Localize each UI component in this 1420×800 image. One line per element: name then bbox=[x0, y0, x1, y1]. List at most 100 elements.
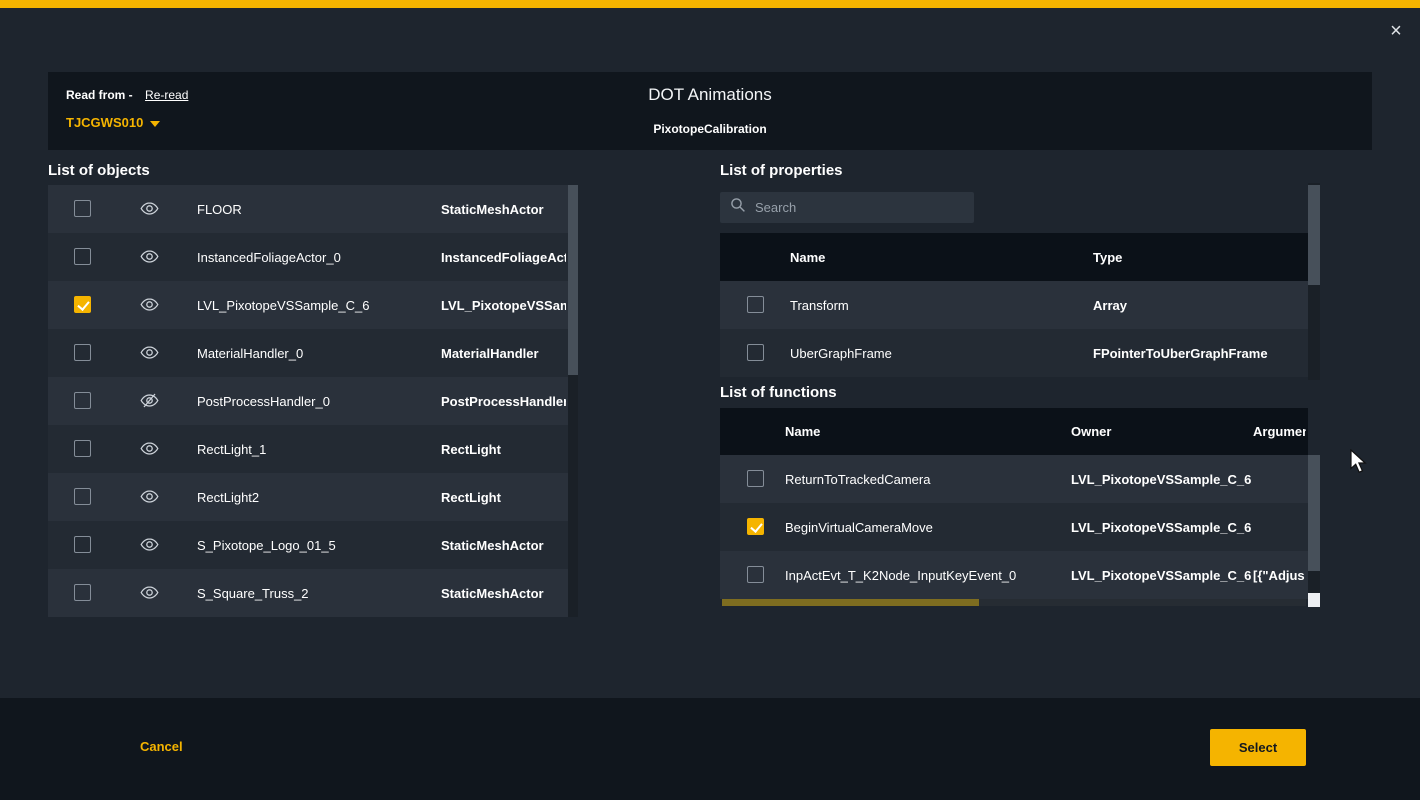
mouse-cursor bbox=[1350, 449, 1368, 475]
select-button[interactable]: Select bbox=[1210, 729, 1306, 766]
function-name: BeginVirtualCameraMove bbox=[785, 520, 933, 535]
objects-heading: List of objects bbox=[48, 162, 150, 179]
property-row[interactable]: UberGraphFrame FPointerToUberGraphFrame bbox=[720, 329, 1308, 377]
function-name: InpActEvt_T_K2Node_InputKeyEvent_0 bbox=[785, 568, 1016, 583]
properties-table-header: Name Type bbox=[720, 233, 1308, 281]
object-type: RectLight bbox=[441, 490, 566, 505]
scrollbar-thumb[interactable] bbox=[1308, 185, 1320, 285]
top-accent-bar bbox=[0, 0, 1420, 8]
object-checkbox[interactable] bbox=[74, 536, 91, 553]
visibility-icon[interactable] bbox=[140, 585, 159, 605]
object-checkbox[interactable] bbox=[74, 488, 91, 505]
property-type: FPointerToUberGraphFrame bbox=[1093, 346, 1268, 361]
functions-scrollbar[interactable] bbox=[1308, 455, 1320, 593]
object-type: InstancedFoliageActor bbox=[441, 250, 566, 265]
search-input[interactable] bbox=[755, 200, 964, 215]
object-name: RectLight_1 bbox=[197, 442, 266, 457]
cancel-button[interactable]: Cancel bbox=[140, 739, 183, 754]
function-name: ReturnToTrackedCamera bbox=[785, 472, 930, 487]
close-icon[interactable]: × bbox=[1384, 20, 1408, 44]
object-checkbox[interactable] bbox=[74, 344, 91, 361]
object-name: PostProcessHandler_0 bbox=[197, 394, 330, 409]
object-name: InstancedFoliageActor_0 bbox=[197, 250, 341, 265]
object-checkbox[interactable] bbox=[74, 440, 91, 457]
object-row[interactable]: PostProcessHandler_0 PostProcessHandler bbox=[48, 377, 578, 425]
functions-heading: List of functions bbox=[720, 384, 837, 401]
object-checkbox[interactable] bbox=[74, 296, 91, 313]
object-type: StaticMeshActor bbox=[441, 538, 566, 553]
object-type: LVL_PixotopeVSSample_C bbox=[441, 298, 566, 313]
object-type: StaticMeshActor bbox=[441, 202, 566, 217]
function-checkbox[interactable] bbox=[747, 518, 764, 535]
object-row[interactable]: MaterialHandler_0 MaterialHandler bbox=[48, 329, 578, 377]
functions-list: ReturnToTrackedCamera LVL_PixotopeVSSamp… bbox=[720, 455, 1308, 599]
visibility-icon[interactable] bbox=[140, 201, 159, 221]
property-checkbox[interactable] bbox=[747, 296, 764, 313]
visibility-icon[interactable] bbox=[140, 489, 159, 509]
object-name: RectLight2 bbox=[197, 490, 259, 505]
property-name: Transform bbox=[790, 298, 849, 313]
object-name: S_Square_Truss_2 bbox=[197, 586, 309, 601]
function-owner: LVL_PixotopeVSSample_C_6 bbox=[1071, 472, 1251, 487]
object-row[interactable]: InstancedFoliageActor_0 InstancedFoliage… bbox=[48, 233, 578, 281]
object-row[interactable]: FLOOR StaticMeshActor bbox=[48, 185, 578, 233]
visibility-icon[interactable] bbox=[140, 249, 159, 269]
object-checkbox[interactable] bbox=[74, 248, 91, 265]
scrollbar-thumb[interactable] bbox=[722, 599, 979, 606]
object-type: RectLight bbox=[441, 442, 566, 457]
object-name: FLOOR bbox=[197, 202, 242, 217]
visibility-icon[interactable] bbox=[140, 345, 159, 365]
scrollbar-thumb[interactable] bbox=[568, 185, 578, 375]
function-owner: LVL_PixotopeVSSample_C_6 bbox=[1071, 568, 1251, 583]
object-row[interactable]: RectLight_1 RectLight bbox=[48, 425, 578, 473]
function-checkbox[interactable] bbox=[747, 566, 764, 583]
dialog-footer: Cancel Select bbox=[0, 698, 1420, 800]
properties-list: Transform Array UberGraphFrame FPointerT… bbox=[720, 281, 1308, 377]
object-type: StaticMeshActor bbox=[441, 586, 566, 601]
property-row[interactable]: Transform Array bbox=[720, 281, 1308, 329]
properties-scrollbar[interactable] bbox=[1308, 183, 1320, 380]
scrollbar-corner bbox=[1308, 593, 1320, 607]
properties-heading: List of properties bbox=[720, 162, 843, 179]
functions-col-owner: Owner bbox=[1071, 424, 1111, 439]
object-row[interactable]: RectLight2 RectLight bbox=[48, 473, 578, 521]
object-name: S_Pixotope_Logo_01_5 bbox=[197, 538, 336, 553]
function-row[interactable]: BeginVirtualCameraMove LVL_PixotopeVSSam… bbox=[720, 503, 1308, 551]
function-row[interactable]: InpActEvt_T_K2Node_InputKeyEvent_0 LVL_P… bbox=[720, 551, 1308, 599]
objects-list: FLOOR StaticMeshActor InstancedFoliageAc… bbox=[48, 185, 578, 617]
object-checkbox[interactable] bbox=[74, 200, 91, 217]
object-row[interactable]: S_Square_Truss_2 StaticMeshActor bbox=[48, 569, 578, 617]
object-type: PostProcessHandler bbox=[441, 394, 566, 409]
object-type: MaterialHandler bbox=[441, 346, 566, 361]
object-row[interactable]: LVL_PixotopeVSSample_C_6 LVL_PixotopeVSS… bbox=[48, 281, 578, 329]
object-checkbox[interactable] bbox=[74, 584, 91, 601]
property-name: UberGraphFrame bbox=[790, 346, 892, 361]
function-arguments: [{"Adjus bbox=[1253, 568, 1306, 583]
objects-scrollbar[interactable] bbox=[568, 185, 578, 617]
dialog-subtitle: PixotopeCalibration bbox=[48, 122, 1372, 136]
functions-horizontal-scrollbar[interactable] bbox=[722, 599, 1306, 606]
visibility-icon[interactable] bbox=[140, 537, 159, 557]
property-checkbox[interactable] bbox=[747, 344, 764, 361]
dialog-header: Read from - Re-read TJCGWS010 DOT Animat… bbox=[48, 72, 1372, 150]
properties-search[interactable] bbox=[720, 192, 974, 223]
object-name: MaterialHandler_0 bbox=[197, 346, 303, 361]
properties-col-type: Type bbox=[1093, 250, 1122, 265]
object-name: LVL_PixotopeVSSample_C_6 bbox=[197, 298, 370, 313]
functions-col-arguments: Arguments bbox=[1253, 424, 1306, 439]
function-row[interactable]: ReturnToTrackedCamera LVL_PixotopeVSSamp… bbox=[720, 455, 1308, 503]
properties-col-name: Name bbox=[790, 250, 825, 265]
dialog-title: DOT Animations bbox=[48, 85, 1372, 105]
object-row[interactable]: S_Pixotope_Logo_01_5 StaticMeshActor bbox=[48, 521, 578, 569]
visibility-off-icon[interactable] bbox=[140, 393, 159, 413]
property-type: Array bbox=[1093, 298, 1127, 313]
functions-col-name: Name bbox=[785, 424, 820, 439]
object-checkbox[interactable] bbox=[74, 392, 91, 409]
visibility-icon[interactable] bbox=[140, 441, 159, 461]
scrollbar-thumb[interactable] bbox=[1308, 455, 1320, 571]
functions-table-header: Name Owner Arguments bbox=[720, 408, 1308, 455]
function-checkbox[interactable] bbox=[747, 470, 764, 487]
visibility-icon[interactable] bbox=[140, 297, 159, 317]
search-icon bbox=[730, 197, 746, 218]
function-owner: LVL_PixotopeVSSample_C_6 bbox=[1071, 520, 1251, 535]
